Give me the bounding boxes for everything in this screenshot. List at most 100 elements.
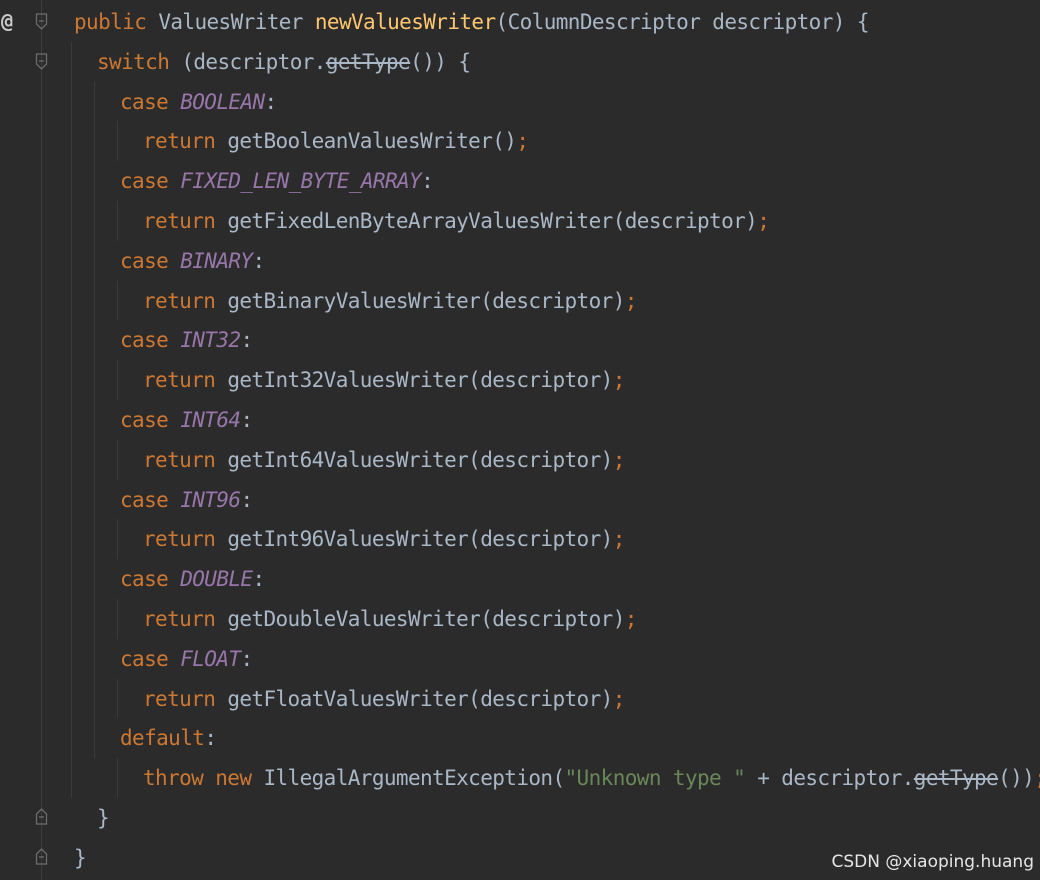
code-token: : [264,89,278,114]
code-token: ; [1034,766,1040,790]
code-token: + descriptor. [745,766,914,791]
code-token: INT32 [180,328,241,353]
code-line[interactable]: } [74,838,87,878]
code-token: ; [612,447,626,472]
code-line[interactable]: case INT96: [120,480,253,520]
code-line[interactable]: return getInt64ValuesWriter(descriptor); [143,440,625,480]
code-token: ()) [998,766,1035,791]
code-token: } [74,845,87,870]
code-token: getInt64ValuesWriter(descriptor) [227,447,613,472]
code-line[interactable]: throw new IllegalArgumentException("Unkn… [143,758,1040,798]
code-line[interactable]: case FIXED_LEN_BYTE_ARRAY: [120,161,434,201]
code-line[interactable]: case BINARY: [120,241,265,281]
code-token: getType [325,49,411,74]
code-token: FIXED_LEN_BYTE_ARRAY [180,169,422,194]
code-token: case [120,89,181,114]
code-token: ; [624,288,638,313]
code-token: FLOAT [180,646,241,671]
code-line[interactable]: return getBooleanValuesWriter(); [143,121,529,161]
indent-guide [117,758,118,798]
code-line[interactable]: return getFixedLenByteArrayValuesWriter(… [143,201,770,241]
watermark: CSDN @xiaoping.huang [831,852,1035,872]
code-token: case [120,169,181,194]
code-line[interactable]: return getInt96ValuesWriter(descriptor); [143,519,625,559]
code-line[interactable]: return getFloatValuesWriter(descriptor); [143,679,625,719]
indent-guide [117,201,118,241]
code-editor[interactable]: @ public ValuesWriter newValuesWriter(Co… [0,0,1040,880]
indent-guide [94,81,95,759]
code-token: case [120,487,181,512]
code-token: : [204,726,217,751]
indent-guide [117,519,118,560]
code-token: getFloatValuesWriter(descriptor) [227,686,613,711]
code-token: return [143,129,228,154]
code-line[interactable]: case FLOAT: [120,639,253,679]
code-token: case [120,408,181,432]
code-token: (descriptor. [181,49,326,74]
code-area[interactable]: public ValuesWriter newValuesWriter(Colu… [0,0,1040,880]
code-token: INT64 [180,408,241,432]
code-line[interactable]: public ValuesWriter newValuesWriter(Colu… [74,2,869,42]
code-token: INT96 [180,487,241,512]
code-token: } [97,806,110,830]
code-token: default [120,726,205,751]
code-token: BINARY [180,248,253,273]
code-token: : [421,169,434,194]
code-token: ; [612,527,626,552]
indent-guide [117,280,118,321]
code-token: IllegalArgumentException( [263,766,565,791]
code-line[interactable]: case BOOLEAN: [120,82,277,122]
code-token: getFixedLenByteArrayValuesWriter(descrip… [227,209,758,233]
code-token: getInt96ValuesWriter(descriptor) [227,527,613,552]
code-line[interactable]: return getDoubleValuesWriter(descriptor)… [143,599,637,639]
code-token: case [120,328,181,353]
code-token: return [143,209,228,233]
code-token: (ColumnDescriptor descriptor) { [495,10,870,34]
code-token: getBinaryValuesWriter(descriptor) [227,288,625,313]
indent-guide [117,121,118,162]
code-token: return [143,288,228,313]
code-token: : [252,248,265,273]
code-line[interactable]: case DOUBLE: [120,559,265,599]
code-token: getInt32ValuesWriter(descriptor) [227,368,613,393]
code-token: : [252,567,265,592]
code-token: return [143,686,228,711]
code-line[interactable]: switch (descriptor.getType()) { [97,42,471,82]
code-token: return [143,607,228,631]
indent-guide [117,599,118,639]
code-line[interactable]: return getBinaryValuesWriter(descriptor)… [143,281,637,321]
code-token: public [74,10,159,34]
code-token: switch [97,49,182,74]
code-line[interactable]: return getInt32ValuesWriter(descriptor); [143,360,625,400]
code-token: DOUBLE [180,567,253,592]
indent-guide [117,360,118,400]
code-token: case [120,567,181,592]
code-token: ; [612,368,626,393]
code-token: ; [516,129,529,154]
indent-guide [71,41,72,798]
code-token: return [143,368,228,393]
code-token: ()) { [410,49,471,74]
code-line[interactable]: case INT32: [120,320,253,360]
code-token: return [143,447,228,472]
code-line[interactable]: } [97,798,110,838]
code-token: ValuesWriter [158,10,315,34]
code-token: getType [913,766,999,791]
code-token: : [240,487,253,512]
code-token: ; [624,607,638,631]
code-token: case [120,248,181,273]
code-token: return [143,527,228,552]
code-token: : [240,646,253,671]
indent-guide [117,439,118,480]
code-token: getDoubleValuesWriter(descriptor) [227,607,625,631]
code-token: ; [612,686,626,711]
code-token: case [120,646,181,671]
code-token: : [240,408,253,432]
code-token: throw new [143,766,264,791]
code-line[interactable]: case INT64: [120,400,253,440]
code-token: : [240,328,253,353]
code-line[interactable]: default: [120,718,217,758]
code-token: newValuesWriter [314,10,496,34]
code-token: getBooleanValuesWriter() [227,129,517,154]
code-token: "Unknown type " [564,766,746,791]
